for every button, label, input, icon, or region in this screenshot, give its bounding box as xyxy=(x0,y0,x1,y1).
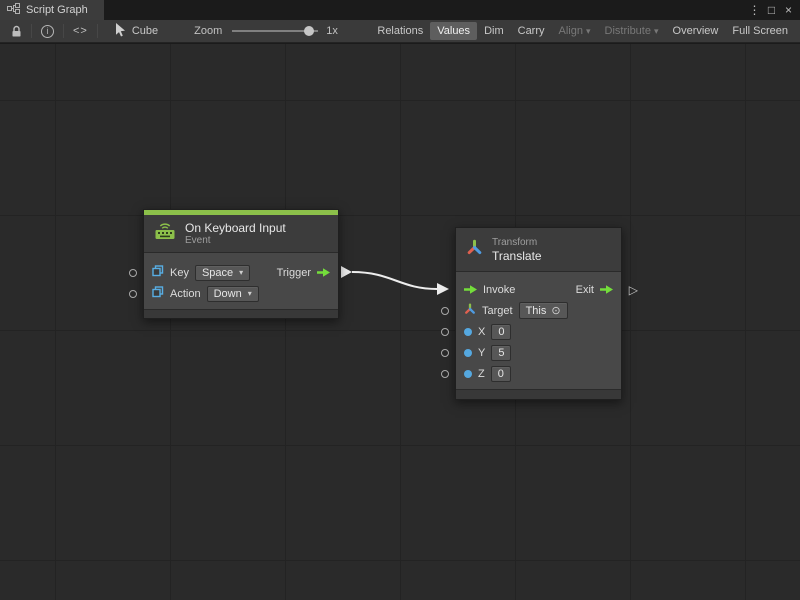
zoom-slider[interactable] xyxy=(232,24,318,38)
chevron-down-icon: ▾ xyxy=(239,268,243,277)
graph-canvas[interactable]: On Keyboard Input Event Key Space ▾ xyxy=(0,44,800,600)
zoom-label: Zoom xyxy=(194,25,222,37)
relations-button[interactable]: Relations xyxy=(370,22,430,40)
edit-source-icon[interactable]: <> xyxy=(67,20,94,42)
chevron-down-icon: ▾ xyxy=(586,26,591,37)
values-button[interactable]: Values xyxy=(430,22,477,40)
x-value-field[interactable]: 0 xyxy=(491,324,511,340)
target-input-port[interactable] xyxy=(441,307,449,315)
key-label: Key xyxy=(170,267,189,279)
key-input-port[interactable] xyxy=(129,269,137,277)
self-target-icon: ⊙ xyxy=(551,304,560,317)
z-label: Z xyxy=(478,368,485,380)
keyboard-icon xyxy=(154,223,176,245)
action-row: Action Down ▾ xyxy=(144,283,338,304)
invoke-label: Invoke xyxy=(483,284,515,296)
overview-button[interactable]: Overview xyxy=(666,22,726,40)
target-label: Target xyxy=(482,305,513,317)
node-subtitle: Event xyxy=(185,235,286,247)
chevron-down-icon: ▾ xyxy=(654,26,659,37)
window-maximize-icon[interactable]: □ xyxy=(763,0,780,20)
wire-trigger-to-invoke xyxy=(0,44,800,600)
node-on-keyboard-input[interactable]: On Keyboard Input Event Key Space ▾ xyxy=(143,209,339,319)
z-row: Z 0 xyxy=(456,363,621,384)
enum-icon xyxy=(152,264,164,282)
float-type-icon xyxy=(464,328,472,336)
key-row: Key Space ▾ Trigger xyxy=(144,262,338,283)
node-footer xyxy=(144,309,338,318)
info-icon[interactable]: i xyxy=(35,20,60,42)
lock-icon[interactable] xyxy=(5,20,28,42)
z-input-port[interactable] xyxy=(441,370,449,378)
distribute-button: Distribute ▾ xyxy=(598,22,666,40)
float-type-icon xyxy=(464,349,472,357)
node-category: Transform xyxy=(492,237,542,249)
fullscreen-button[interactable]: Full Screen xyxy=(725,22,795,40)
zoom-slider-knob[interactable] xyxy=(304,26,314,36)
x-label: X xyxy=(478,326,485,338)
node-transform-translate[interactable]: Transform Translate Invoke Exit xyxy=(455,227,622,400)
invoke-input-port[interactable] xyxy=(464,284,477,295)
window-close-icon[interactable]: × xyxy=(780,0,797,20)
align-button: Align ▾ xyxy=(552,22,598,40)
trigger-output-port[interactable] xyxy=(317,267,330,278)
window-titlebar: Script Graph ⋮ □ × xyxy=(0,0,800,20)
node-footer xyxy=(456,389,621,399)
key-dropdown[interactable]: Space ▾ xyxy=(195,265,250,281)
carry-button[interactable]: Carry xyxy=(511,22,552,40)
action-label: Action xyxy=(170,288,201,300)
y-input-port[interactable] xyxy=(441,349,449,357)
transform-mini-icon xyxy=(464,302,476,320)
float-type-icon xyxy=(464,370,472,378)
cursor-icon xyxy=(115,23,126,40)
toolbar-separator xyxy=(97,24,98,38)
titlebar-spacer xyxy=(104,0,746,20)
exit-port-triangle[interactable]: ▷ xyxy=(629,283,638,295)
node-title: On Keyboard Input xyxy=(185,221,286,235)
action-input-port[interactable] xyxy=(129,290,137,298)
target-value-chip[interactable]: This ⊙ xyxy=(519,302,568,319)
window-menu-icon[interactable]: ⋮ xyxy=(746,0,763,20)
toolbar-separator xyxy=(31,24,32,38)
target-label: Cube xyxy=(132,25,158,37)
x-input-port[interactable] xyxy=(441,328,449,336)
node-title: Translate xyxy=(492,249,542,263)
y-value-field[interactable]: 5 xyxy=(491,345,511,361)
transform-icon xyxy=(466,239,483,261)
action-dropdown[interactable]: Down ▾ xyxy=(207,286,259,302)
exit-output-port[interactable] xyxy=(600,284,613,295)
y-row: Y 5 xyxy=(456,342,621,363)
trigger-label: Trigger xyxy=(277,267,311,279)
y-label: Y xyxy=(478,347,485,359)
enum-icon xyxy=(152,285,164,303)
toolbar-separator xyxy=(63,24,64,38)
chevron-down-icon: ▾ xyxy=(248,289,252,298)
tab-title: Script Graph xyxy=(26,4,88,16)
dim-button[interactable]: Dim xyxy=(477,22,511,40)
target-row: Target This ⊙ xyxy=(456,300,621,321)
tab-script-graph[interactable]: Script Graph xyxy=(0,0,104,20)
graph-tab-icon xyxy=(7,3,20,17)
graph-toolbar: i <> Cube Zoom 1x Relations Values Dim C… xyxy=(0,20,800,43)
z-value-field[interactable]: 0 xyxy=(491,366,511,382)
exit-label: Exit xyxy=(576,284,594,296)
zoom-value: 1x xyxy=(326,25,338,37)
x-row: X 0 xyxy=(456,321,621,342)
graph-target[interactable]: Cube xyxy=(101,23,168,40)
invoke-row: Invoke Exit ▷ xyxy=(456,279,621,300)
